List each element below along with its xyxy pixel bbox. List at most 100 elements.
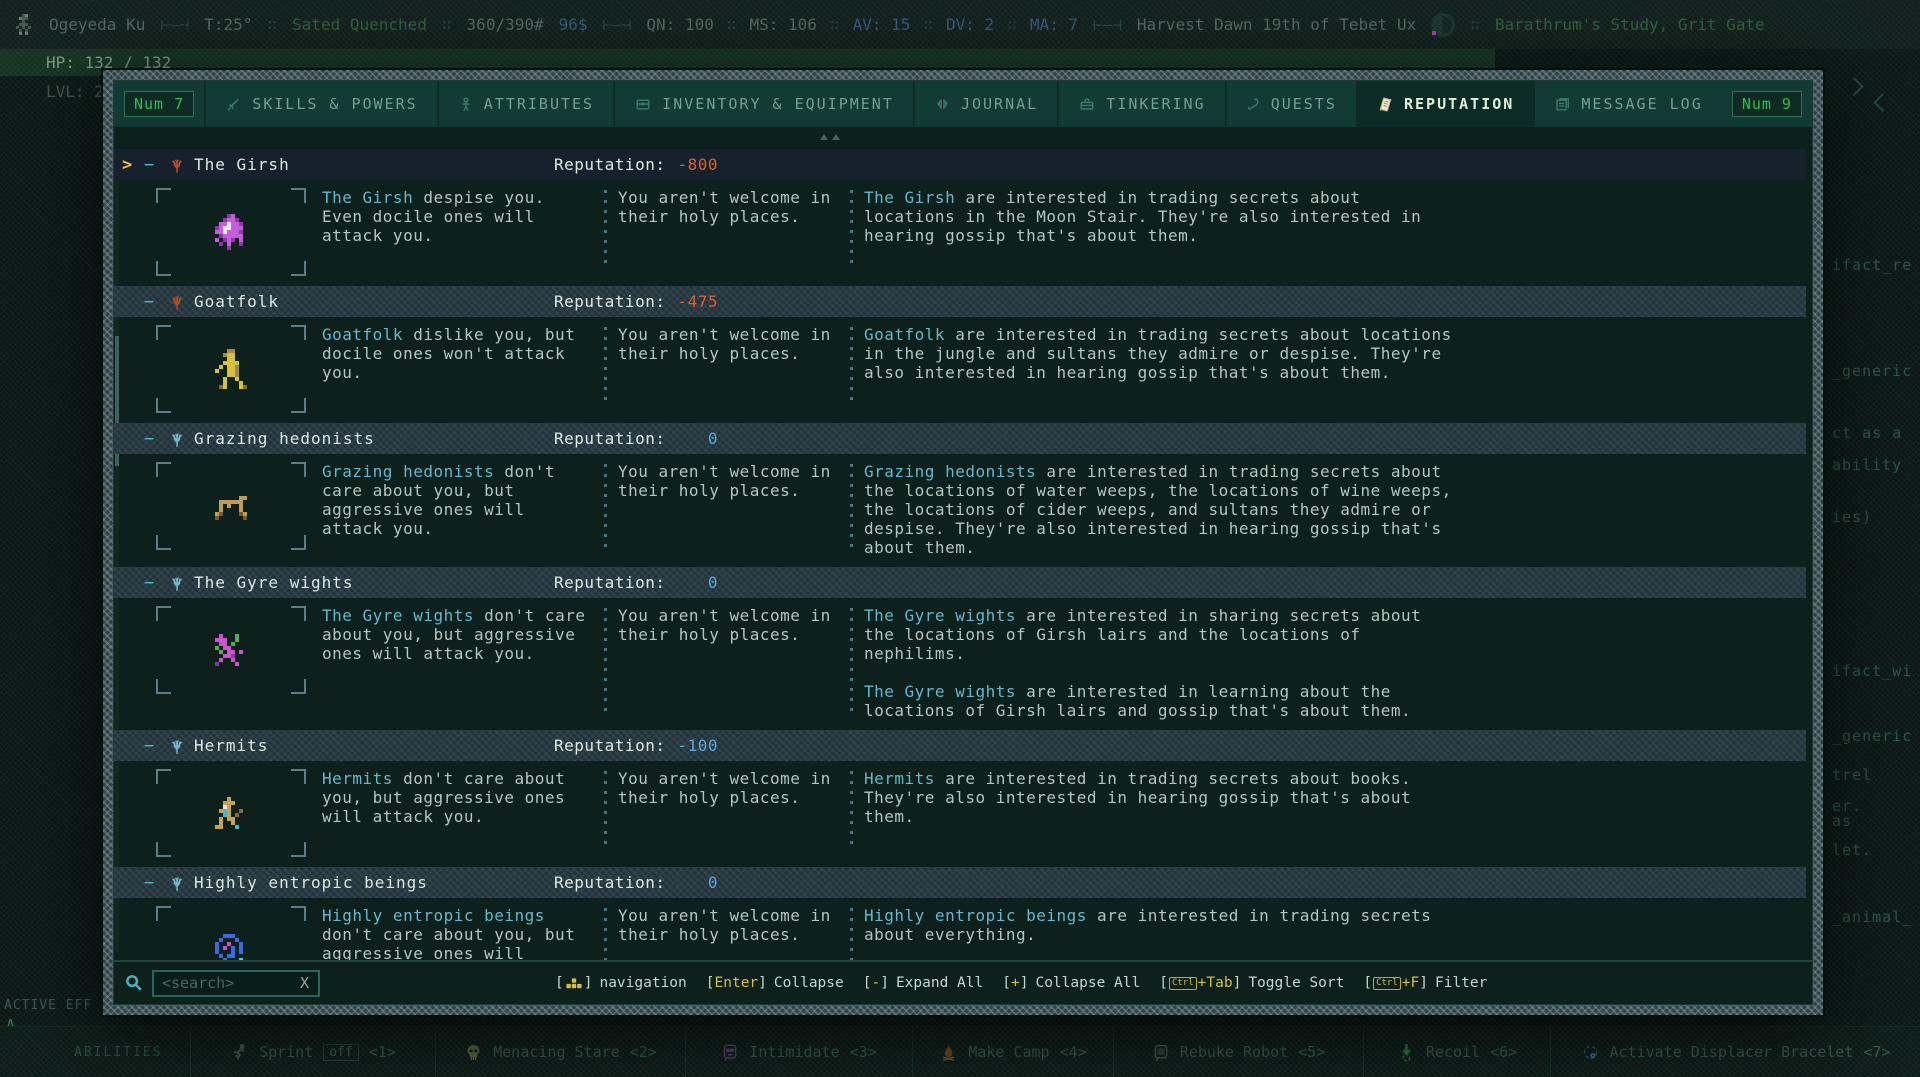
faction-name-inline: The Girsh (864, 188, 955, 207)
faction-name-inline: Goatfolk (864, 325, 945, 344)
hermit-sprite (211, 797, 251, 829)
hud-dots-icon: ∷ (830, 15, 840, 34)
card-icon (1377, 96, 1394, 113)
occluded-text-fragment: ifact_wi (1832, 662, 1912, 680)
goatfolk-sprite (211, 349, 251, 389)
occluded-text-fragment: ct as a (1832, 424, 1902, 442)
tab-pager-right[interactable]: Num 9 (1732, 91, 1802, 117)
faction-welcome: You aren't welcome in their holy places. (618, 325, 838, 413)
faction-welcome: You aren't welcome in their holy places. (618, 606, 838, 720)
face-icon (721, 1043, 739, 1062)
dotted-separator (604, 908, 607, 960)
collapse-toggle[interactable]: − (144, 429, 168, 449)
selection-cursor: > (122, 155, 144, 175)
window-footer: X []navigation[Enter]Collapse[-]Expand A… (114, 960, 1812, 1004)
tab-quests[interactable]: QUESTS (1225, 81, 1356, 127)
chest-icon (634, 96, 652, 112)
ability-state: off (323, 1044, 358, 1061)
faction-header-goatfolk[interactable]: −GoatfolkReputation:-475 (114, 286, 1806, 317)
faction-header-grazing-hedonists[interactable]: −Grazing hedonistsReputation:0 (114, 423, 1806, 454)
hint-label: Collapse All (1035, 975, 1140, 991)
tab-label: SKILLS & POWERS (252, 95, 417, 113)
abilities-panel-label: ABILITIES (0, 1027, 190, 1077)
faction-tree-icon (168, 874, 186, 892)
hint-label: Expand All (896, 975, 983, 991)
faction-name-inline: Grazing hedonists (864, 462, 1036, 481)
ability-recoil[interactable]: Recoil<6> (1363, 1027, 1550, 1077)
moon-phase-icon (1431, 13, 1455, 37)
player-name: Ogeyeda Ku (49, 15, 145, 34)
faction-header-the-gyre-wights[interactable]: −The Gyre wightsReputation:0 (114, 567, 1806, 598)
occluded-text-fragment: as (1832, 812, 1852, 830)
faction-attitude: Goatfolk dislike you, but docile ones wo… (322, 325, 592, 413)
tab-reputation[interactable]: REPUTATION (1356, 81, 1533, 127)
tab-label: JOURNAL (961, 95, 1038, 113)
ability-make-camp[interactable]: Make Camp<4> (912, 1027, 1113, 1077)
collapse-toggle[interactable]: − (144, 573, 168, 593)
tab-attributes[interactable]: ATTRIBUTES (437, 81, 613, 127)
faction-name: Highly entropic beings (194, 873, 428, 892)
faction-header-hermits[interactable]: −HermitsReputation:-100 (114, 730, 1806, 761)
ability-menacing-stare[interactable]: Menacing Stare<2> (435, 1027, 685, 1077)
tab-message-log[interactable]: MESSAGE LOG (1533, 81, 1721, 127)
faction-attitude: The Gyre wights don't care about you, bu… (322, 606, 592, 720)
collapse-toggle[interactable]: − (144, 155, 168, 175)
stat-dv: DV: 2 (946, 15, 994, 34)
hint-expand-all: [-]Expand All (863, 975, 984, 991)
stat-av: AV: 15 (853, 15, 911, 34)
faction-name: Goatfolk (194, 292, 279, 311)
search-clear-button[interactable]: X (300, 974, 309, 992)
stat-ma: MA: 7 (1030, 15, 1078, 34)
faction-welcome: You aren't welcome in their holy places. (618, 769, 838, 857)
occluded-text-fragment: _generic (1832, 362, 1912, 380)
key-glyph: + (1011, 975, 1020, 991)
hud-dots-icon: ∷ (923, 15, 933, 34)
tab-tinkering[interactable]: TINKERING (1057, 81, 1224, 127)
tab-label: TINKERING (1106, 95, 1205, 113)
tab-inventory-equipment[interactable]: INVENTORY & EQUIPMENT (613, 81, 913, 127)
carry-weight: 360/390# (467, 15, 544, 34)
hint-label: navigation (599, 975, 686, 991)
faction-interests: The Girsh are interested in trading secr… (864, 188, 1456, 276)
ability-name: Activate Displacer Bracelet (1610, 1043, 1854, 1061)
faction-name-inline: The Gyre wights (322, 606, 474, 625)
faction-name: The Gyre wights (194, 573, 354, 592)
hud-divider-icon: ⊢—⊣ (160, 15, 189, 34)
reputation-value: -100 (614, 736, 718, 755)
dotted-separator (850, 190, 853, 270)
ability-rebuke-robot[interactable]: Rebuke Robot<5> (1113, 1027, 1363, 1077)
faction-name-inline: Highly entropic beings (864, 906, 1087, 925)
search-input[interactable] (152, 970, 320, 997)
key-glyph: F (1411, 975, 1420, 991)
ability-activate-displacer-bracelet[interactable]: Activate Displacer Bracelet<7> (1550, 1027, 1920, 1077)
reputation-window-inner: Num 7 SKILLS & POWERS ATTRIBUTESINVENTORY … (113, 80, 1813, 1005)
collapse-toggle[interactable]: − (144, 873, 168, 893)
faction-name-inline: The Gyre wights (864, 682, 1016, 701)
tab-skills-powers[interactable]: SKILLS & POWERS (204, 81, 437, 127)
tab-journal[interactable]: JOURNAL (913, 81, 1057, 127)
ability-sprint[interactable]: Sprintoff<1> (190, 1027, 435, 1077)
sword-icon (225, 96, 242, 113)
faction-name-inline: Hermits (322, 769, 393, 788)
stat-ms: MS: 106 (750, 15, 817, 34)
faction-attitude: Highly entropic beings don't care about … (322, 906, 592, 960)
faction-tree-icon (168, 430, 186, 448)
hint-label: Collapse (774, 975, 844, 991)
tab-pager-left[interactable]: Num 7 (124, 91, 194, 117)
player-mini (16, 14, 34, 35)
hint-navigation: []navigation (555, 975, 687, 991)
faction-header-the-girsh[interactable]: >−The GirshReputation:-800 (114, 149, 1806, 180)
scroll-up-indicator (114, 127, 1812, 149)
collapse-toggle[interactable]: − (144, 292, 168, 312)
hud-dots-icon: ∷ (267, 15, 277, 34)
faction-name: Hermits (194, 736, 268, 755)
active-effects-label: ACTIVE EFF (4, 998, 102, 1013)
faction-header-highly-entropic-beings[interactable]: −Highly entropic beingsReputation:0 (114, 867, 1806, 898)
ability-intimidate[interactable]: Intimidate<3> (685, 1027, 912, 1077)
dotted-separator (850, 771, 853, 851)
robot-icon (1152, 1043, 1170, 1062)
collapse-toggle[interactable]: − (144, 736, 168, 756)
toolbox-icon (1078, 96, 1096, 112)
faction-name-inline: Highly entropic beings (322, 906, 545, 925)
occluded-text-fragment: trel (1832, 766, 1872, 784)
